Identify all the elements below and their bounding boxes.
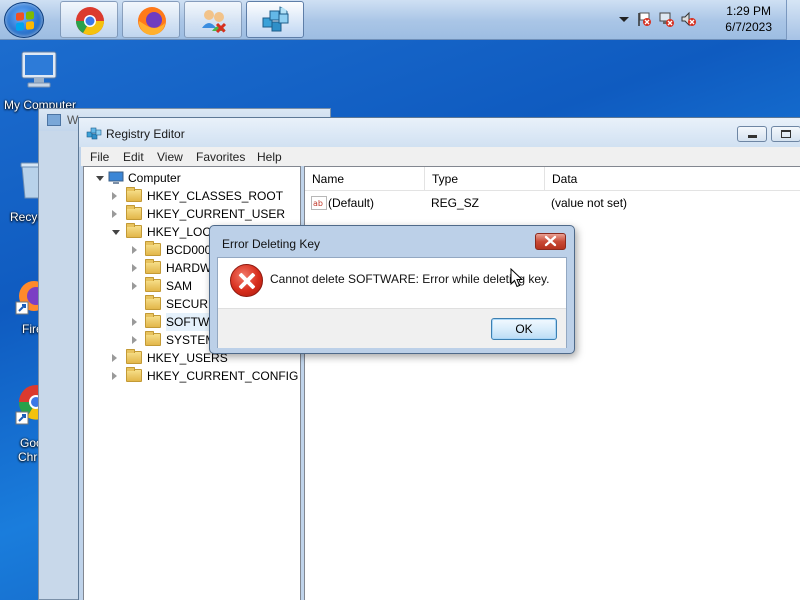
tree-item-label: HKEY_CLASSES_ROOT	[147, 189, 284, 203]
folder-icon	[126, 367, 142, 382]
error-dialog[interactable]: Error Deleting Key Cannot delete SOFTWAR…	[209, 225, 575, 354]
expand-arrow-icon[interactable]	[112, 210, 117, 218]
registry-editor-icon	[262, 6, 289, 32]
expand-arrow-icon[interactable]	[132, 318, 137, 326]
volume-muted-icon[interactable]	[680, 11, 696, 27]
folder-icon	[126, 349, 142, 364]
windows-logo-icon	[16, 11, 34, 31]
firefox-icon	[138, 7, 166, 36]
tree-item-label: Computer	[128, 171, 181, 185]
value-row[interactable]: ab (Default) REG_SZ (value not set)	[305, 193, 800, 213]
dialog-button-area: OK	[218, 308, 566, 348]
folder-icon	[126, 187, 142, 202]
tree-item-hkcr[interactable]: HKEY_CLASSES_ROOT	[84, 187, 300, 205]
expand-arrow-icon[interactable]	[132, 336, 137, 344]
registry-editor-window[interactable]: Registry Editor File Edit View Favorites…	[78, 117, 800, 600]
folder-icon	[145, 331, 161, 346]
maximize-icon	[781, 130, 791, 138]
menu-bar: File Edit View Favorites Help	[81, 147, 800, 166]
action-center-flag-icon[interactable]	[636, 11, 652, 27]
folder-open-icon	[126, 223, 142, 238]
folder-icon	[145, 259, 161, 274]
menu-file[interactable]: File	[90, 150, 109, 164]
expand-arrow-icon[interactable]	[132, 246, 137, 254]
dialog-message: Cannot delete SOFTWARE: Error while dele…	[270, 272, 550, 286]
tree-item-label: HARDW	[166, 261, 212, 275]
value-data: (value not set)	[551, 196, 628, 210]
tree-item-label: HKEY_CURRENT_CONFIG	[147, 369, 299, 383]
desktop-icon-label: Recyc	[10, 210, 40, 224]
tree-item-hkcu[interactable]: HKEY_CURRENT_USER	[84, 205, 300, 223]
background-window-title: W	[67, 113, 79, 127]
tree-item-hkcc[interactable]: HKEY_CURRENT_CONFIG	[84, 367, 300, 385]
chrome-icon	[15, 385, 40, 425]
registry-editor-icon	[86, 127, 102, 140]
value-type: REG_SZ	[431, 196, 480, 210]
clock-time: 1:29 PM	[726, 4, 771, 18]
column-header-data[interactable]: Data	[545, 167, 800, 191]
folder-icon	[145, 295, 161, 310]
firefox-taskbar-button[interactable]	[122, 1, 180, 38]
close-icon	[544, 235, 557, 247]
tree-item-label: SAM	[166, 279, 193, 293]
expand-arrow-icon[interactable]	[112, 372, 117, 380]
my-computer-icon	[21, 51, 57, 88]
dialog-close-button[interactable]	[535, 233, 566, 250]
registry-editor-titlebar[interactable]: Registry Editor	[79, 118, 800, 147]
desktop-icon-label: Goo	[20, 436, 40, 450]
window-title: Registry Editor	[106, 127, 185, 141]
minimize-button[interactable]	[737, 126, 767, 142]
menu-edit[interactable]: Edit	[123, 150, 144, 164]
network-disconnected-icon[interactable]	[658, 11, 674, 27]
menu-help[interactable]: Help	[257, 150, 282, 164]
desktop-icon-label: Chr	[18, 450, 38, 464]
computer-icon	[108, 171, 124, 184]
menu-favorites[interactable]: Favorites	[196, 150, 245, 164]
collapse-arrow-icon[interactable]	[96, 176, 104, 181]
chrome-icon	[76, 7, 104, 35]
folder-icon	[145, 313, 161, 328]
ok-button[interactable]: OK	[491, 318, 557, 340]
clock-date: 6/7/2023	[725, 20, 772, 34]
tree-item-label: HKEY_CURRENT_USER	[147, 207, 286, 221]
firefox-icon	[15, 281, 40, 315]
column-header-name[interactable]: Name	[305, 167, 425, 191]
clock[interactable]: 1:29 PM 6/7/2023	[725, 3, 772, 35]
column-header-type[interactable]: Type	[425, 167, 545, 191]
regedit-taskbar-button[interactable]	[246, 1, 304, 38]
dialog-title: Error Deleting Key	[222, 237, 321, 251]
desktop-icon-recycle-bin[interactable]: Recyc	[0, 158, 40, 228]
svg-text:ab: ab	[313, 199, 323, 208]
taskbar: 1:29 PM 6/7/2023	[0, 0, 800, 40]
users-network-icon	[202, 10, 227, 34]
minimize-icon	[748, 135, 757, 138]
error-icon	[230, 264, 263, 297]
value-name: (Default)	[328, 196, 375, 210]
folder-icon	[126, 205, 142, 220]
tree-item-computer[interactable]: Computer	[84, 169, 284, 187]
network-tool-taskbar-button[interactable]	[184, 1, 242, 38]
system-tray: 1:29 PM 6/7/2023	[610, 0, 800, 40]
desktop-icon-firefox[interactable]: Fire	[0, 278, 40, 340]
folder-icon	[145, 277, 161, 292]
menu-view[interactable]: View	[157, 150, 183, 164]
mouse-cursor-icon	[510, 268, 524, 288]
folder-icon	[145, 241, 161, 256]
tree-item-label: SYSTEM	[166, 333, 216, 347]
expand-arrow-icon[interactable]	[112, 192, 117, 200]
chrome-taskbar-button[interactable]	[60, 1, 118, 38]
start-button[interactable]	[4, 2, 44, 38]
desktop-icon-my-computer[interactable]: My Computer	[0, 48, 80, 114]
show-hidden-icons-arrow-icon[interactable]	[616, 11, 632, 27]
desktop-icon-google-chrome[interactable]: Goo Chr	[0, 382, 40, 466]
maximize-button[interactable]	[771, 126, 800, 142]
show-desktop-button[interactable]	[786, 0, 800, 40]
expand-arrow-icon[interactable]	[112, 354, 117, 362]
background-window-icon	[47, 114, 61, 126]
recycle-bin-icon	[20, 162, 40, 199]
string-value-icon: ab	[311, 196, 327, 210]
collapse-arrow-icon[interactable]	[112, 230, 120, 235]
expand-arrow-icon[interactable]	[132, 264, 137, 272]
expand-arrow-icon[interactable]	[132, 282, 137, 290]
